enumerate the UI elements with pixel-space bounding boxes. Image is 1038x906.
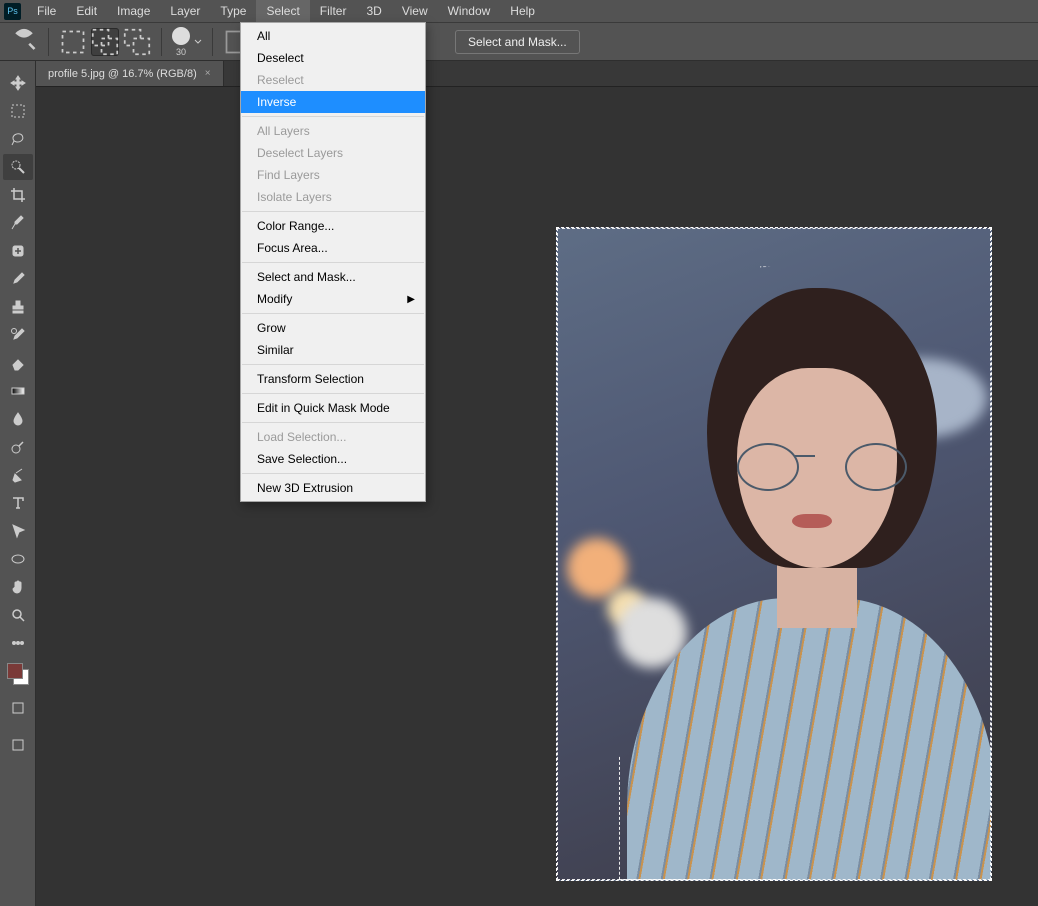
menu-item-find-layers: Find Layers [241, 164, 425, 186]
menu-edit[interactable]: Edit [66, 0, 107, 23]
eyedropper-tool[interactable] [3, 210, 33, 236]
shape-tool[interactable] [3, 546, 33, 572]
menu-help[interactable]: Help [500, 0, 545, 23]
menu-3d[interactable]: 3D [356, 0, 391, 23]
lasso-tool[interactable] [3, 126, 33, 152]
menu-window[interactable]: Window [438, 0, 501, 23]
menu-separator [242, 116, 424, 117]
menu-item-modify[interactable]: Modify▶ [241, 288, 425, 310]
menu-file[interactable]: File [27, 0, 66, 23]
canvas-area[interactable] [36, 87, 1038, 906]
stamp-tool[interactable] [3, 294, 33, 320]
option-bar: 30 Select and Mask... [0, 23, 1038, 61]
eraser-tool[interactable] [3, 350, 33, 376]
brush-tool[interactable] [3, 266, 33, 292]
menu-item-load-selection: Load Selection... [241, 426, 425, 448]
menu-item-deselect[interactable]: Deselect [241, 47, 425, 69]
app-logo: Ps [4, 3, 21, 20]
menu-image[interactable]: Image [107, 0, 160, 23]
tool-panel [0, 61, 36, 906]
add-to-selection-icon[interactable] [91, 28, 119, 56]
menu-separator [242, 473, 424, 474]
close-icon[interactable]: × [205, 68, 211, 79]
brush-size-picker[interactable]: 30 [172, 27, 190, 57]
history-brush-tool[interactable] [3, 322, 33, 348]
menu-item-deselect-layers: Deselect Layers [241, 142, 425, 164]
move-tool[interactable] [3, 70, 33, 96]
tool-preset-dropdown[interactable] [10, 28, 38, 56]
menu-view[interactable]: View [392, 0, 438, 23]
document-tabs: profile 5.jpg @ 16.7% (RGB/8) × [36, 61, 1038, 87]
menu-separator [242, 422, 424, 423]
menu-item-new-3d-extrusion[interactable]: New 3D Extrusion [241, 477, 425, 499]
document-image[interactable] [556, 227, 992, 881]
color-swatch[interactable] [7, 663, 29, 685]
dodge-tool[interactable] [3, 434, 33, 460]
menu-item-focus-area[interactable]: Focus Area... [241, 237, 425, 259]
menu-item-color-range[interactable]: Color Range... [241, 215, 425, 237]
menu-item-inverse[interactable]: Inverse [241, 91, 425, 113]
menu-item-similar[interactable]: Similar [241, 339, 425, 361]
healing-tool[interactable] [3, 238, 33, 264]
chevron-down-icon[interactable] [194, 38, 202, 46]
zoom-tool[interactable] [3, 602, 33, 628]
crop-tool[interactable] [3, 182, 33, 208]
menu-item-all-layers: All Layers [241, 120, 425, 142]
new-selection-icon[interactable] [59, 28, 87, 56]
hand-tool[interactable] [3, 574, 33, 600]
menu-separator [242, 211, 424, 212]
type-tool[interactable] [3, 490, 33, 516]
menu-item-grow[interactable]: Grow [241, 317, 425, 339]
blur-tool[interactable] [3, 406, 33, 432]
menu-type[interactable]: Type [210, 0, 256, 23]
menu-item-edit-in-quick-mask-mode[interactable]: Edit in Quick Mask Mode [241, 397, 425, 419]
select-and-mask-label: Select and Mask... [468, 35, 567, 49]
menu-separator [242, 393, 424, 394]
menu-item-reselect: Reselect [241, 69, 425, 91]
menu-item-transform-selection[interactable]: Transform Selection [241, 368, 425, 390]
document-tab[interactable]: profile 5.jpg @ 16.7% (RGB/8) × [36, 61, 224, 86]
pen-tool[interactable] [3, 462, 33, 488]
menu-item-save-selection[interactable]: Save Selection... [241, 448, 425, 470]
menubar: Ps FileEditImageLayerTypeSelectFilter3DV… [0, 0, 1038, 23]
menu-layer[interactable]: Layer [160, 0, 210, 23]
marquee-tool[interactable] [3, 98, 33, 124]
more-tool[interactable] [3, 630, 33, 656]
submenu-arrow-icon: ▶ [407, 292, 415, 308]
menu-item-isolate-layers: Isolate Layers [241, 186, 425, 208]
menu-separator [242, 262, 424, 263]
menu-select[interactable]: Select [256, 0, 309, 23]
select-menu-dropdown: AllDeselectReselectInverse All LayersDese… [240, 22, 426, 502]
tab-label: profile 5.jpg @ 16.7% (RGB/8) [48, 68, 197, 80]
quick-select-tool[interactable] [3, 154, 33, 180]
menu-item-all[interactable]: All [241, 25, 425, 47]
screen-mode-icon[interactable] [3, 732, 33, 758]
select-and-mask-button[interactable]: Select and Mask... [455, 30, 580, 54]
menu-separator [242, 364, 424, 365]
path-select-tool[interactable] [3, 518, 33, 544]
menu-filter[interactable]: Filter [310, 0, 357, 23]
subtract-from-selection-icon[interactable] [123, 28, 151, 56]
menu-item-select-and-mask[interactable]: Select and Mask... [241, 266, 425, 288]
quick-mask-icon[interactable] [3, 695, 33, 721]
gradient-tool[interactable] [3, 378, 33, 404]
brush-size-value: 30 [176, 47, 186, 57]
menu-separator [242, 313, 424, 314]
